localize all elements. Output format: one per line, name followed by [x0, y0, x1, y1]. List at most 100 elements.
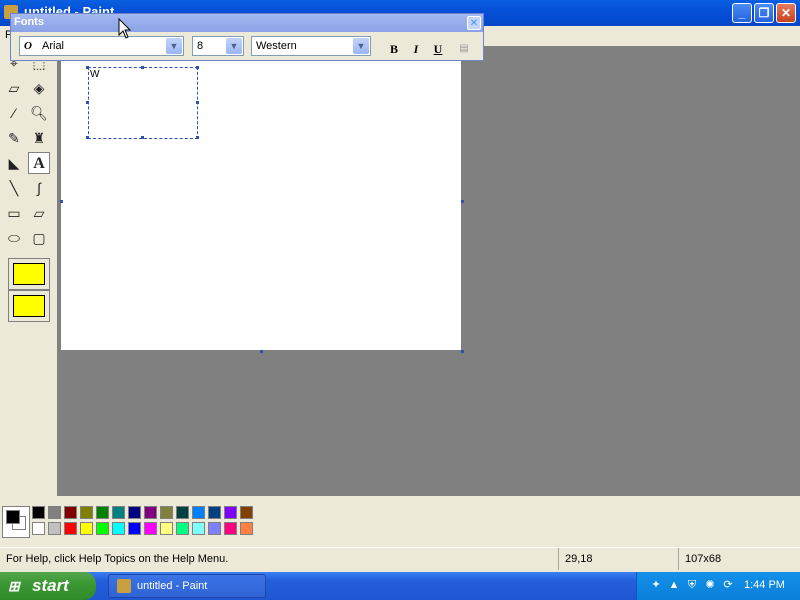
text-box-handle[interactable] [86, 136, 89, 139]
eraser-icon[interactable]: ▱ [3, 77, 25, 99]
ellipse-icon[interactable]: ⬭ [3, 227, 25, 249]
palette-swatch[interactable] [96, 506, 109, 519]
font-name-value: Arial [42, 40, 65, 52]
maximize-button[interactable]: ❐ [754, 3, 774, 23]
palette-swatch[interactable] [112, 506, 125, 519]
taskbar-item-paint[interactable]: untitled - Paint [108, 574, 266, 598]
text-box-content[interactable]: W [90, 69, 99, 80]
transparent-option-icon [13, 295, 45, 317]
palette-swatch[interactable] [224, 506, 237, 519]
palette-swatch[interactable] [96, 522, 109, 535]
text-box-handle[interactable] [141, 66, 144, 69]
palette-swatch[interactable] [176, 522, 189, 535]
palette-swatch[interactable] [64, 506, 77, 519]
status-help-text: For Help, click Help Topics on the Help … [6, 553, 229, 565]
palette-swatch[interactable] [192, 506, 205, 519]
chevron-down-icon[interactable]: ▼ [353, 38, 369, 54]
status-size: 107x68 [678, 548, 800, 570]
current-colors[interactable] [2, 506, 30, 538]
rectangle-icon[interactable]: ▭ [3, 202, 25, 224]
start-label: start [32, 576, 69, 595]
canvas-resize-handle-left [60, 200, 63, 203]
palette-swatch[interactable] [240, 506, 253, 519]
airbrush-icon[interactable]: ◣ [3, 152, 25, 174]
palette-swatch[interactable] [128, 522, 141, 535]
tray-app-icon[interactable]: ✦ [649, 578, 663, 592]
clock[interactable]: 1:44 PM [744, 579, 785, 591]
font-size-select[interactable]: 8 ▼ [192, 36, 244, 56]
opentype-icon: O [24, 40, 32, 52]
transparent-background-option[interactable] [8, 290, 50, 322]
text-box-handle[interactable] [141, 136, 144, 139]
status-coordinates: 29,18 [558, 548, 678, 570]
palette-swatch[interactable] [128, 506, 141, 519]
color-picker-icon[interactable]: ⁄ [3, 102, 25, 124]
polygon-icon[interactable]: ▱ [28, 202, 50, 224]
font-size-value: 8 [197, 40, 204, 52]
brush-icon[interactable]: ♜ [28, 127, 50, 149]
palette-swatch[interactable] [240, 522, 253, 535]
palette-swatch[interactable] [208, 506, 221, 519]
tray-sync-icon[interactable]: ⟳ [721, 578, 735, 592]
canvas-resize-handle-right[interactable] [461, 200, 464, 203]
fonts-toolbar-titlebar[interactable]: Fonts ✕ [11, 14, 483, 32]
magnifier-icon[interactable]: 🔍︎ [28, 102, 50, 124]
font-script-select[interactable]: Western ▼ [251, 36, 371, 56]
fonts-close-button[interactable]: ✕ [467, 16, 481, 30]
text-box-handle[interactable] [196, 101, 199, 104]
palette-swatch[interactable] [160, 506, 173, 519]
opaque-background-option[interactable] [8, 258, 50, 290]
fonts-toolbar[interactable]: Fonts ✕ O Arial ▼ 8 ▼ Western ▼ B I U ▤ [10, 13, 484, 61]
palette-swatch[interactable] [48, 522, 61, 535]
close-button[interactable]: ✕ [776, 3, 796, 23]
palette-swatch[interactable] [112, 522, 125, 535]
palette-swatch[interactable] [208, 522, 221, 535]
palette-swatch[interactable] [192, 522, 205, 535]
underline-button[interactable]: U [429, 40, 447, 58]
bold-button[interactable]: B [385, 40, 403, 58]
start-button[interactable]: ⊞ start [0, 572, 96, 600]
palette-swatch[interactable] [224, 522, 237, 535]
tray-update-icon[interactable]: ✺ [703, 578, 717, 592]
rounded-rectangle-icon[interactable]: ▢ [28, 227, 50, 249]
text-box-selection[interactable] [88, 67, 198, 139]
minimize-button[interactable]: _ [732, 3, 752, 23]
palette-swatch[interactable] [64, 522, 77, 535]
fonts-toolbar-title: Fonts [14, 16, 44, 28]
palette-swatch[interactable] [160, 522, 173, 535]
palette-swatch[interactable] [80, 506, 93, 519]
line-icon[interactable]: ╲ [3, 177, 25, 199]
text-box-handle[interactable] [196, 136, 199, 139]
mouse-cursor-icon [118, 18, 132, 39]
fill-bucket-icon[interactable]: ◈ [28, 77, 50, 99]
chevron-down-icon[interactable]: ▼ [166, 38, 182, 54]
opaque-option-icon [13, 263, 45, 285]
palette-swatch[interactable] [48, 506, 61, 519]
palette-swatch[interactable] [176, 506, 189, 519]
font-name-select[interactable]: O Arial ▼ [19, 36, 184, 56]
windows-logo-icon: ⊞ [8, 578, 20, 594]
foreground-color[interactable] [6, 510, 20, 524]
taskbar: ⊞ start untitled - Paint ✦ ▲ ⛨ ✺ ⟳ 1:44 … [0, 572, 800, 600]
text-tool-icon[interactable]: A [28, 152, 50, 174]
curve-icon[interactable]: ∫ [28, 177, 50, 199]
font-script-value: Western [256, 40, 297, 52]
pencil-icon[interactable]: ✎ [3, 127, 25, 149]
toolbox: ⌖ ⬚ ▱ ◈ ⁄ 🔍︎ ✎ ♜ ◣ A ╲ ∫ ▭ ▱ ⬭ ▢ [0, 46, 56, 496]
text-box-handle[interactable] [86, 101, 89, 104]
palette-swatch[interactable] [144, 522, 157, 535]
canvas-resize-handle-bottom[interactable] [260, 350, 263, 353]
security-shield-icon[interactable]: ⛨ [685, 578, 699, 592]
palette-swatch[interactable] [32, 522, 45, 535]
tray-network-icon[interactable]: ▲ [667, 578, 681, 592]
italic-button[interactable]: I [407, 40, 425, 58]
palette-swatch[interactable] [80, 522, 93, 535]
text-box-handle[interactable] [86, 66, 89, 69]
chevron-down-icon[interactable]: ▼ [226, 38, 242, 54]
vertical-text-icon[interactable]: ▤ [455, 40, 473, 58]
palette-swatch[interactable] [144, 506, 157, 519]
canvas-resize-handle-corner[interactable] [461, 350, 464, 353]
palette-swatch[interactable] [32, 506, 45, 519]
paint-app-icon [117, 579, 131, 593]
text-box-handle[interactable] [196, 66, 199, 69]
